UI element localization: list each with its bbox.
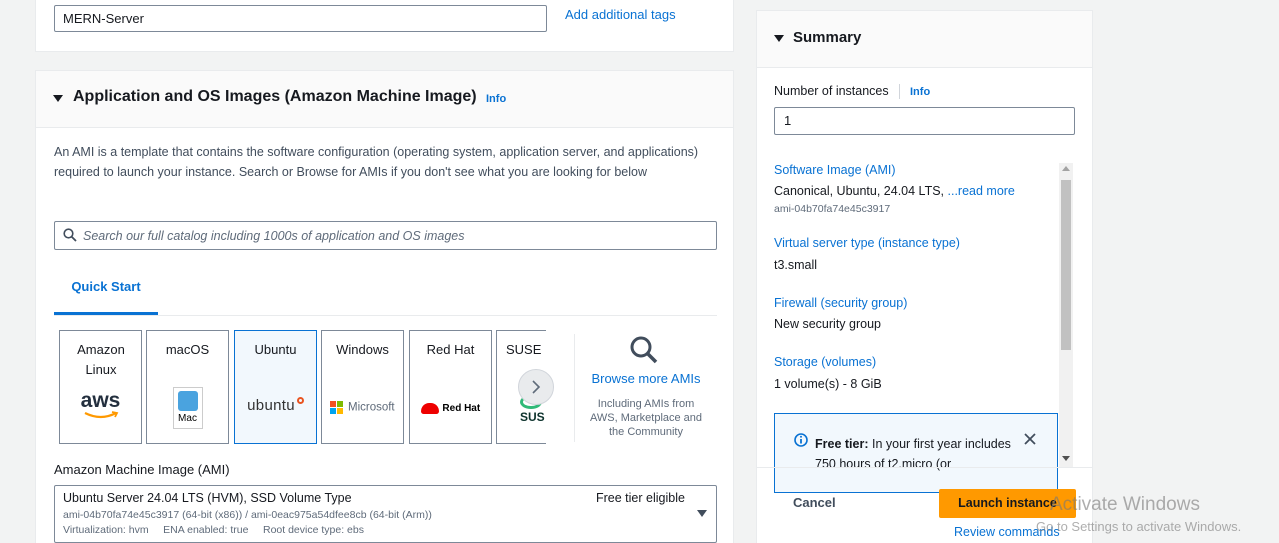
summary-title: Summary xyxy=(793,29,862,46)
ami-selected-ids: ami-04b70fa74e45c3917 (64-bit (x86)) / a… xyxy=(63,509,432,521)
summary-panel: Summary Number of instances Info 1 Softw… xyxy=(756,10,1093,543)
instances-info-link[interactable]: Info xyxy=(910,86,930,98)
storage-link[interactable]: Storage (volumes) xyxy=(774,355,876,369)
os-card-macos[interactable]: macOS Mac xyxy=(146,330,229,444)
close-icon[interactable] xyxy=(1023,432,1037,446)
browse-more-amis-link[interactable]: Browse more AMIs xyxy=(584,371,708,386)
magnifier-icon xyxy=(630,336,658,364)
instance-type-link[interactable]: Virtual server type (instance type) xyxy=(774,236,960,250)
summary-scrollbar[interactable] xyxy=(1059,163,1073,467)
aws-logo-icon: aws xyxy=(60,390,141,419)
os-card-label: Red Hat xyxy=(426,342,475,357)
ami-select[interactable]: Ubuntu Server 24.04 LTS (HVM), SSD Volum… xyxy=(54,485,717,543)
name-tags-panel: MERN-Server Add additional tags xyxy=(35,0,734,52)
read-more-link[interactable]: ...read more xyxy=(948,184,1015,198)
ami-section-title: Application and OS Images (Amazon Machin… xyxy=(73,88,477,105)
summary-footer-divider xyxy=(757,467,1092,468)
os-card-label: Windows xyxy=(336,342,389,357)
os-card-label: Ubuntu xyxy=(254,342,297,357)
ami-search-input[interactable] xyxy=(83,222,703,249)
software-image-id: ami-04b70fa74e45c3917 xyxy=(774,203,891,215)
os-card-windows[interactable]: Windows Microsoft xyxy=(321,330,404,444)
scroll-up-arrow-icon[interactable] xyxy=(1062,166,1070,171)
number-of-instances-input[interactable]: 1 xyxy=(774,107,1075,135)
chevron-down-icon xyxy=(697,510,707,517)
info-icon xyxy=(794,433,808,447)
browse-divider xyxy=(574,334,575,442)
os-card-label: SUSE L xyxy=(506,342,546,357)
ami-panel: Application and OS Images (Amazon Machin… xyxy=(35,70,734,543)
tab-quick-start[interactable]: Quick Start xyxy=(54,267,158,315)
ami-selected-name: Ubuntu Server 24.04 LTS (HVM), SSD Volum… xyxy=(63,491,352,505)
ami-info-link[interactable]: Info xyxy=(486,93,506,105)
add-additional-tags-link[interactable]: Add additional tags xyxy=(565,7,676,22)
redhat-logo-icon: Red Hat xyxy=(410,400,491,415)
name-input[interactable]: MERN-Server xyxy=(54,5,547,32)
number-of-instances-label: Number of instances xyxy=(774,84,889,98)
os-card-label: macOS xyxy=(165,342,210,357)
firewall-link[interactable]: Firewall (security group) xyxy=(774,296,907,310)
os-card-red-hat[interactable]: Red Hat Red Hat xyxy=(409,330,492,444)
collapse-caret-icon[interactable] xyxy=(774,35,784,42)
divider xyxy=(899,84,900,99)
ami-select-label: Amazon Machine Image (AMI) xyxy=(54,462,230,477)
storage-value: 1 volume(s) - 8 GiB xyxy=(774,377,882,391)
browse-more-amis-subtext: Including AMIs from AWS, Marketplace and… xyxy=(589,398,703,438)
os-card-ubuntu[interactable]: Ubuntu ubuntu xyxy=(234,330,317,444)
ami-header[interactable]: Application and OS Images (Amazon Machin… xyxy=(36,71,733,128)
software-image-link[interactable]: Software Image (AMI) xyxy=(774,163,896,177)
carousel-next-button[interactable] xyxy=(518,369,554,405)
ubuntu-logo-icon: ubuntu xyxy=(235,397,316,414)
scroll-down-arrow-icon[interactable] xyxy=(1062,456,1070,461)
software-image-value: Canonical, Ubuntu, 24.04 LTS, ...read mo… xyxy=(774,184,1015,198)
os-card-label: Amazon Linux xyxy=(77,342,125,377)
scroll-thumb[interactable] xyxy=(1061,180,1071,350)
free-tier-text: Free tier: In your first year includes 7… xyxy=(815,437,1011,471)
mac-logo-icon: Mac xyxy=(147,387,228,429)
ami-search-box[interactable] xyxy=(54,221,717,250)
tab-divider xyxy=(54,315,717,316)
microsoft-logo-icon: Microsoft xyxy=(322,399,403,415)
free-tier-alert: Free tier: In your first year includes 7… xyxy=(774,413,1058,493)
free-tier-eligible-badge: Free tier eligible xyxy=(596,491,685,505)
ami-description: An AMI is a template that contains the s… xyxy=(54,145,699,179)
collapse-caret-icon[interactable] xyxy=(53,95,63,102)
instance-type-value: t3.small xyxy=(774,258,818,272)
activate-windows-subtext: Go to Settings to activate Windows. xyxy=(1036,519,1242,534)
ami-selected-meta: Virtualization: hvm ENA enabled: true Ro… xyxy=(63,524,364,536)
chevron-right-icon xyxy=(532,380,541,394)
firewall-value: New security group xyxy=(774,317,881,331)
os-card-amazon-linux[interactable]: Amazon Linux aws xyxy=(59,330,142,444)
cancel-button[interactable]: Cancel xyxy=(793,495,836,510)
activate-windows-watermark: Activate Windows xyxy=(1050,494,1200,515)
summary-header[interactable]: Summary xyxy=(757,11,1092,68)
search-icon xyxy=(63,228,77,242)
